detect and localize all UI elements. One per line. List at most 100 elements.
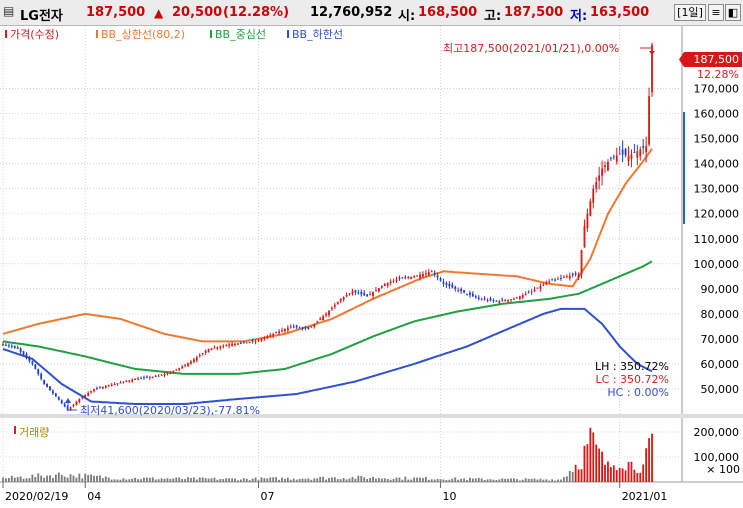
volume-bar: [363, 477, 366, 482]
price-tick-label: 160,000: [694, 108, 740, 121]
candle-body: [601, 168, 603, 176]
period-label: 1일: [681, 6, 699, 19]
candle-body: [477, 297, 480, 299]
volume-bar: [87, 475, 90, 482]
volume-bar: [328, 478, 330, 482]
candle-body: [507, 299, 510, 302]
volume-bar: [339, 479, 342, 482]
menu-icon[interactable]: ▤: [3, 4, 14, 18]
candle-body: [40, 373, 43, 379]
candle-body: [345, 295, 348, 297]
volume-bar: [530, 478, 533, 482]
hc-stat: HC : 0.00%: [607, 386, 669, 399]
volume-bar: [639, 472, 642, 482]
volume-bar: [222, 479, 225, 482]
volume-bar: [621, 468, 624, 482]
candle-body: [201, 353, 204, 355]
volume-bar: [333, 477, 336, 482]
high-label: 고:: [484, 9, 502, 24]
volume-bar: [565, 476, 568, 482]
volume-bar: [295, 479, 298, 482]
volume-bar: [96, 475, 98, 482]
change-percent: (12.28%): [223, 5, 290, 20]
list-button[interactable]: ≡: [708, 4, 724, 21]
volume-bar: [510, 478, 512, 482]
candle-body: [13, 345, 16, 348]
volume-bar: [313, 478, 316, 482]
panel-toggle-button[interactable]: ◧: [725, 4, 741, 21]
volume-bar: [37, 473, 40, 482]
volume-bar: [516, 479, 518, 482]
volume-bar: [263, 478, 266, 482]
volume-bar: [60, 474, 63, 482]
candle-body: [486, 300, 489, 302]
candle-body: [372, 292, 374, 296]
candle-body: [87, 392, 90, 396]
volume-unit: × 100: [706, 463, 740, 476]
candle-body: [16, 347, 19, 349]
volume-bar: [125, 479, 128, 482]
candle-body: [75, 401, 78, 405]
candle-body: [501, 299, 504, 301]
volume-bar: [278, 479, 280, 482]
volume-bar: [648, 438, 650, 482]
candle-body: [375, 290, 377, 292]
candle-body: [310, 326, 313, 328]
candle-body: [237, 343, 239, 345]
volume-bar: [498, 479, 501, 482]
volume-bar: [398, 477, 401, 482]
volume-bar: [72, 475, 75, 482]
candle-body: [234, 343, 236, 346]
volume-bar: [34, 477, 37, 482]
volume-bar: [304, 478, 307, 482]
volume-bar: [286, 477, 289, 482]
volume-bar: [81, 478, 84, 482]
candle-body: [301, 327, 304, 329]
candle-body: [313, 323, 316, 327]
volume-bar: [442, 479, 445, 482]
volume-bar: [474, 478, 477, 482]
volume-bar: [84, 473, 87, 482]
volume-bar: [269, 477, 272, 482]
volume-bar: [248, 480, 251, 482]
candle-body: [278, 331, 280, 334]
legend-swatch-price: [5, 30, 7, 38]
candle-body: [195, 357, 198, 361]
volume-bar: [110, 479, 113, 482]
candle-body: [2, 343, 4, 346]
volume-bar: [539, 478, 542, 482]
period-button[interactable]: [1일]: [674, 4, 706, 21]
volume-bar: [580, 469, 583, 482]
volume-bar: [372, 476, 374, 482]
candle-body: [157, 375, 160, 377]
candle-body: [516, 297, 518, 299]
volume-bar: [93, 475, 95, 482]
candle-body: [442, 281, 445, 284]
volume-bar: [548, 480, 551, 482]
volume-bar: [380, 478, 383, 482]
candle-body: [618, 153, 621, 155]
candle-body: [498, 300, 501, 303]
candle-body: [427, 272, 430, 276]
volume-bar: [615, 470, 618, 482]
candle-body: [419, 274, 421, 278]
volume-bar: [198, 477, 201, 482]
volume-bar: [204, 478, 207, 482]
volume-bars: [2, 427, 653, 482]
candle-body: [401, 277, 404, 279]
volume-bar: [598, 448, 601, 482]
candle-body: [636, 151, 639, 158]
candle-body: [457, 290, 460, 292]
candle-body: [404, 277, 407, 279]
volume-bar: [407, 479, 410, 482]
candle-body: [184, 364, 186, 366]
candle-body: [433, 272, 436, 275]
candle-body: [466, 293, 468, 295]
price-chart[interactable]: 170,000 160,000 150,000 140,000 130,000 120,0…: [0, 26, 743, 508]
stock-name[interactable]: LG전자: [20, 5, 63, 24]
volume-bar: [630, 461, 633, 482]
trade-volume: 12,760,952: [310, 5, 393, 20]
volume-bar: [184, 479, 186, 482]
high-price: 187,500: [504, 5, 564, 20]
candle-body: [395, 279, 398, 281]
